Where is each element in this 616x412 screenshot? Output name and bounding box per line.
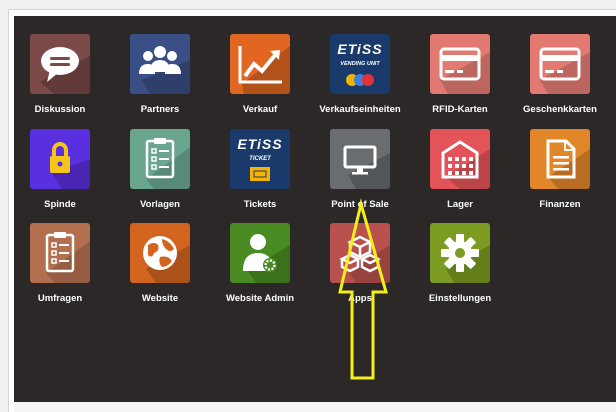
app-label: Apps — [348, 293, 372, 304]
app-geschenkkarten[interactable]: Geschenkkarten — [510, 31, 610, 117]
clipboard-list-icon — [30, 223, 90, 283]
app-point-of-sale[interactable]: Point of Sale — [310, 126, 410, 212]
user-gear-icon — [230, 223, 290, 283]
app-spinde[interactable]: Spinde — [10, 126, 110, 212]
app-label: Website Admin — [225, 293, 295, 304]
app-partners[interactable]: Partners — [110, 31, 210, 117]
app-label: Spinde — [44, 199, 76, 210]
app-label: Geschenkkarten — [523, 104, 597, 115]
warehouse-icon — [430, 129, 490, 189]
app-label: RFID-Karten — [432, 104, 488, 115]
sales-trend-icon — [230, 34, 290, 94]
app-label: Tickets — [243, 199, 277, 210]
gear-icon — [430, 223, 490, 283]
card-icon — [530, 34, 590, 94]
chat-bubble-icon — [30, 34, 90, 94]
app-label: Point of Sale — [331, 199, 389, 210]
app-tickets[interactable]: ETiSS TICKET Tickets — [210, 126, 310, 212]
app-apps[interactable]: Apps — [310, 220, 410, 306]
card-icon — [430, 34, 490, 94]
app-website[interactable]: Website — [110, 220, 210, 306]
app-verkauf[interactable]: Verkauf — [210, 31, 310, 117]
app-finanzen[interactable]: Finanzen — [510, 126, 610, 212]
bottom-bar — [14, 402, 616, 412]
app-einstellungen[interactable]: Einstellungen — [410, 220, 510, 306]
app-label: Diskussion — [34, 104, 86, 115]
clipboard-list-icon — [130, 129, 190, 189]
app-umfragen[interactable]: Umfragen — [10, 220, 110, 306]
globe-icon — [130, 223, 190, 283]
app-label: Einstellungen — [428, 293, 492, 304]
app-label: Verkauf — [242, 104, 278, 115]
app-verkaufseinheiten[interactable]: ETiSS VENDING UNIT Verkaufseinheiten — [310, 31, 410, 117]
people-group-icon — [130, 34, 190, 94]
app-diskussion[interactable]: Diskussion — [10, 31, 110, 117]
etiss-ticket-icon: ETiSS TICKET — [230, 129, 290, 189]
app-label: Partners — [140, 104, 180, 115]
app-website-admin[interactable]: Website Admin — [210, 220, 310, 306]
document-icon — [530, 129, 590, 189]
app-label: Finanzen — [539, 199, 581, 210]
app-lager[interactable]: Lager — [410, 126, 510, 212]
app-label: Verkaufseinheiten — [319, 104, 401, 115]
app-label: Umfragen — [37, 293, 83, 304]
app-label: Lager — [447, 199, 473, 210]
monitor-icon — [330, 129, 390, 189]
padlock-icon — [30, 129, 90, 189]
app-label: Website — [141, 293, 179, 304]
cubes-icon — [330, 223, 390, 283]
app-vorlagen[interactable]: Vorlagen — [110, 126, 210, 212]
etiss-vending-unit-icon: ETiSS VENDING UNIT — [330, 34, 390, 94]
app-label: Vorlagen — [140, 199, 180, 210]
app-rfid-karten[interactable]: RFID-Karten — [410, 31, 510, 117]
